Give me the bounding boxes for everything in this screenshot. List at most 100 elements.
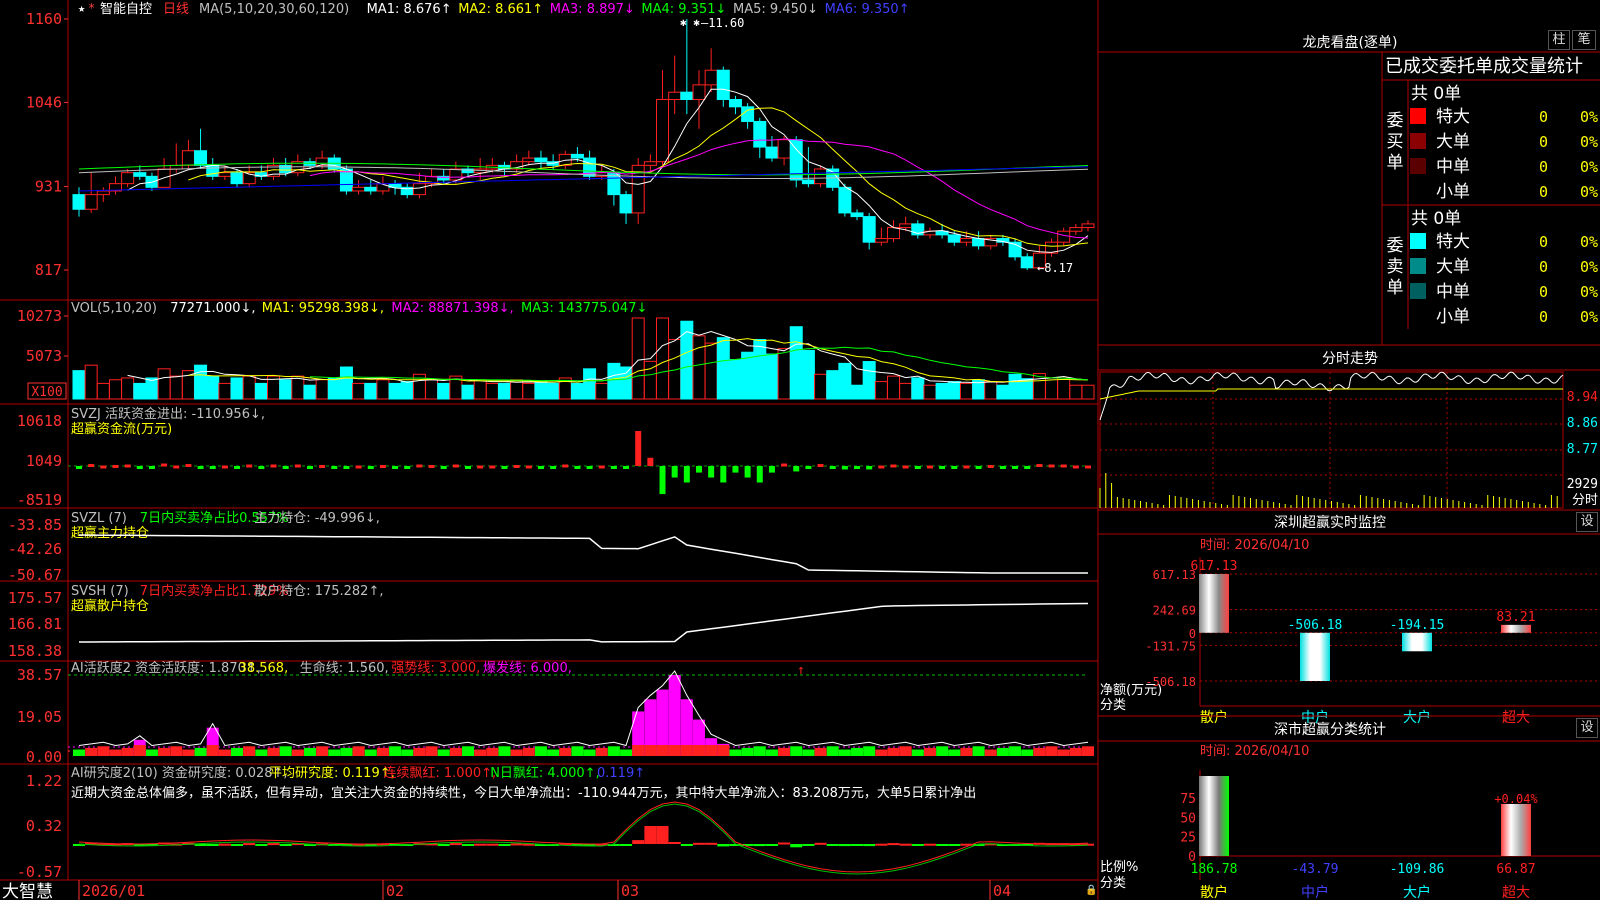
activity-bar	[923, 747, 936, 756]
svzj-y-tick: 1049	[26, 452, 62, 470]
classify-settings-button[interactable]: 设	[1576, 718, 1598, 738]
vol-y-tick: 5073	[26, 347, 62, 365]
volume-bar	[169, 375, 183, 400]
research-bar	[510, 843, 523, 846]
candle-body	[194, 150, 208, 166]
activity-bar	[778, 747, 791, 756]
classify-category: 大户	[1403, 884, 1431, 900]
activity-bar	[887, 747, 900, 756]
svzj-bar	[914, 466, 921, 469]
sell-row-name: 小单	[1436, 307, 1470, 327]
monitor-settings-button[interactable]: 设	[1576, 512, 1598, 532]
vol-legend-item-0: VOL(5,10,20)	[71, 301, 157, 316]
classify-value-label: -43.79	[1292, 862, 1339, 877]
classify-category: 超大	[1502, 885, 1530, 900]
activity-bar	[838, 749, 851, 756]
classify-time: 时间: 2026/04/10	[1200, 744, 1309, 759]
monitor-value-label: 617.13	[1191, 559, 1238, 574]
activity-bar	[121, 747, 134, 756]
volume-bar	[218, 382, 232, 400]
svzj-bar	[756, 466, 763, 483]
activity-bar	[559, 747, 572, 756]
buy-side-label: 单	[1387, 153, 1404, 173]
volume-bar	[886, 375, 900, 400]
research-bar	[267, 843, 280, 846]
candle-body	[801, 179, 815, 185]
volume-bar	[133, 382, 147, 400]
svzj-bar	[817, 464, 824, 468]
activity-bar	[802, 749, 815, 756]
bar-mode-button[interactable]: 柱	[1548, 30, 1570, 50]
svzj-bar	[866, 466, 873, 470]
monitor-category: 大户	[1403, 709, 1431, 726]
classify-bar	[1199, 776, 1229, 856]
sell-row-pct: 0%	[1580, 258, 1598, 276]
ai1-legend-item-4: 爆发线: 6.000,	[483, 660, 572, 676]
volume-bar	[84, 364, 98, 400]
volume-bar	[996, 384, 1010, 400]
monitor-bar	[1501, 624, 1531, 633]
activity-bar	[109, 749, 122, 756]
svzj-bar	[270, 464, 277, 468]
svzj-bar	[768, 466, 775, 473]
activity-bar	[1069, 747, 1082, 756]
candle-body	[1069, 227, 1083, 232]
x-tick-label: 2026/01	[82, 882, 145, 900]
period-label: 日线	[163, 2, 189, 17]
sell-row-name: 大单	[1436, 257, 1470, 277]
svzl-line	[78, 534, 1088, 574]
research-bar	[206, 844, 219, 846]
activity-bar	[936, 746, 949, 756]
candle-body	[728, 98, 742, 108]
sell-row-swatch	[1410, 258, 1426, 274]
monitor-y-tick: 617.13	[1153, 568, 1196, 582]
svzj-bar	[124, 464, 131, 468]
candle-body	[959, 238, 973, 243]
svzj-bar	[1085, 465, 1091, 469]
activity-bar	[729, 749, 742, 756]
research-bar	[243, 843, 256, 846]
research-bar	[790, 844, 803, 848]
activity-bar	[814, 747, 827, 756]
activity-bar	[486, 747, 499, 756]
svzj-bar	[793, 466, 800, 472]
research-bar	[474, 843, 487, 846]
candle-body	[874, 238, 888, 243]
stock-chart-canvas[interactable]: 1160 1046 931 817 ★ * 智能自控 日线 MA(5,10,20,30,60,1…	[0, 0, 1600, 900]
volume-bar	[242, 375, 256, 400]
research-bar	[632, 840, 645, 844]
candle-body	[352, 186, 366, 192]
ma-legend-item-1: MA1: 8.676↑	[367, 2, 452, 17]
research-bar	[753, 844, 766, 847]
volume-bar	[400, 381, 414, 400]
volume-bar	[862, 361, 876, 400]
volume-bar	[1008, 373, 1022, 400]
activity-bar	[97, 746, 110, 756]
volume-bar	[753, 338, 767, 400]
svzj-bar	[781, 463, 788, 467]
volume-bar	[376, 379, 390, 400]
svsh-legend-item-2: 散户持仓: 175.282↑,	[254, 583, 383, 599]
svzj-bar	[76, 466, 82, 469]
volume-bar	[364, 382, 378, 400]
candle-body	[850, 212, 864, 218]
svzj-legend-item-0: SVZJ 活跃资金进出: -110.956↓,	[71, 406, 265, 422]
monitor-title: 深圳超赢实时监控	[1274, 514, 1386, 531]
activity-bar	[571, 746, 584, 756]
classify-value-label: -109.86	[1390, 862, 1445, 877]
buy-row-pct: 0%	[1580, 108, 1598, 126]
svzj-bar	[513, 465, 520, 469]
research-bar	[875, 843, 888, 846]
candle-body	[838, 186, 852, 214]
svzj-bar	[963, 465, 970, 469]
svzj-bar	[1072, 465, 1079, 469]
svzj-bar	[1024, 466, 1031, 469]
svzj-bar	[902, 465, 909, 469]
svzj-bar	[100, 465, 107, 469]
activity-bar	[851, 747, 864, 756]
longhu-header: 已成交委托单成交量统计	[1385, 56, 1583, 77]
volume-bar	[497, 382, 511, 400]
tick-mode-button[interactable]: 笔	[1572, 30, 1596, 50]
activity-base-bar	[644, 745, 657, 756]
volume-bar	[461, 384, 475, 400]
